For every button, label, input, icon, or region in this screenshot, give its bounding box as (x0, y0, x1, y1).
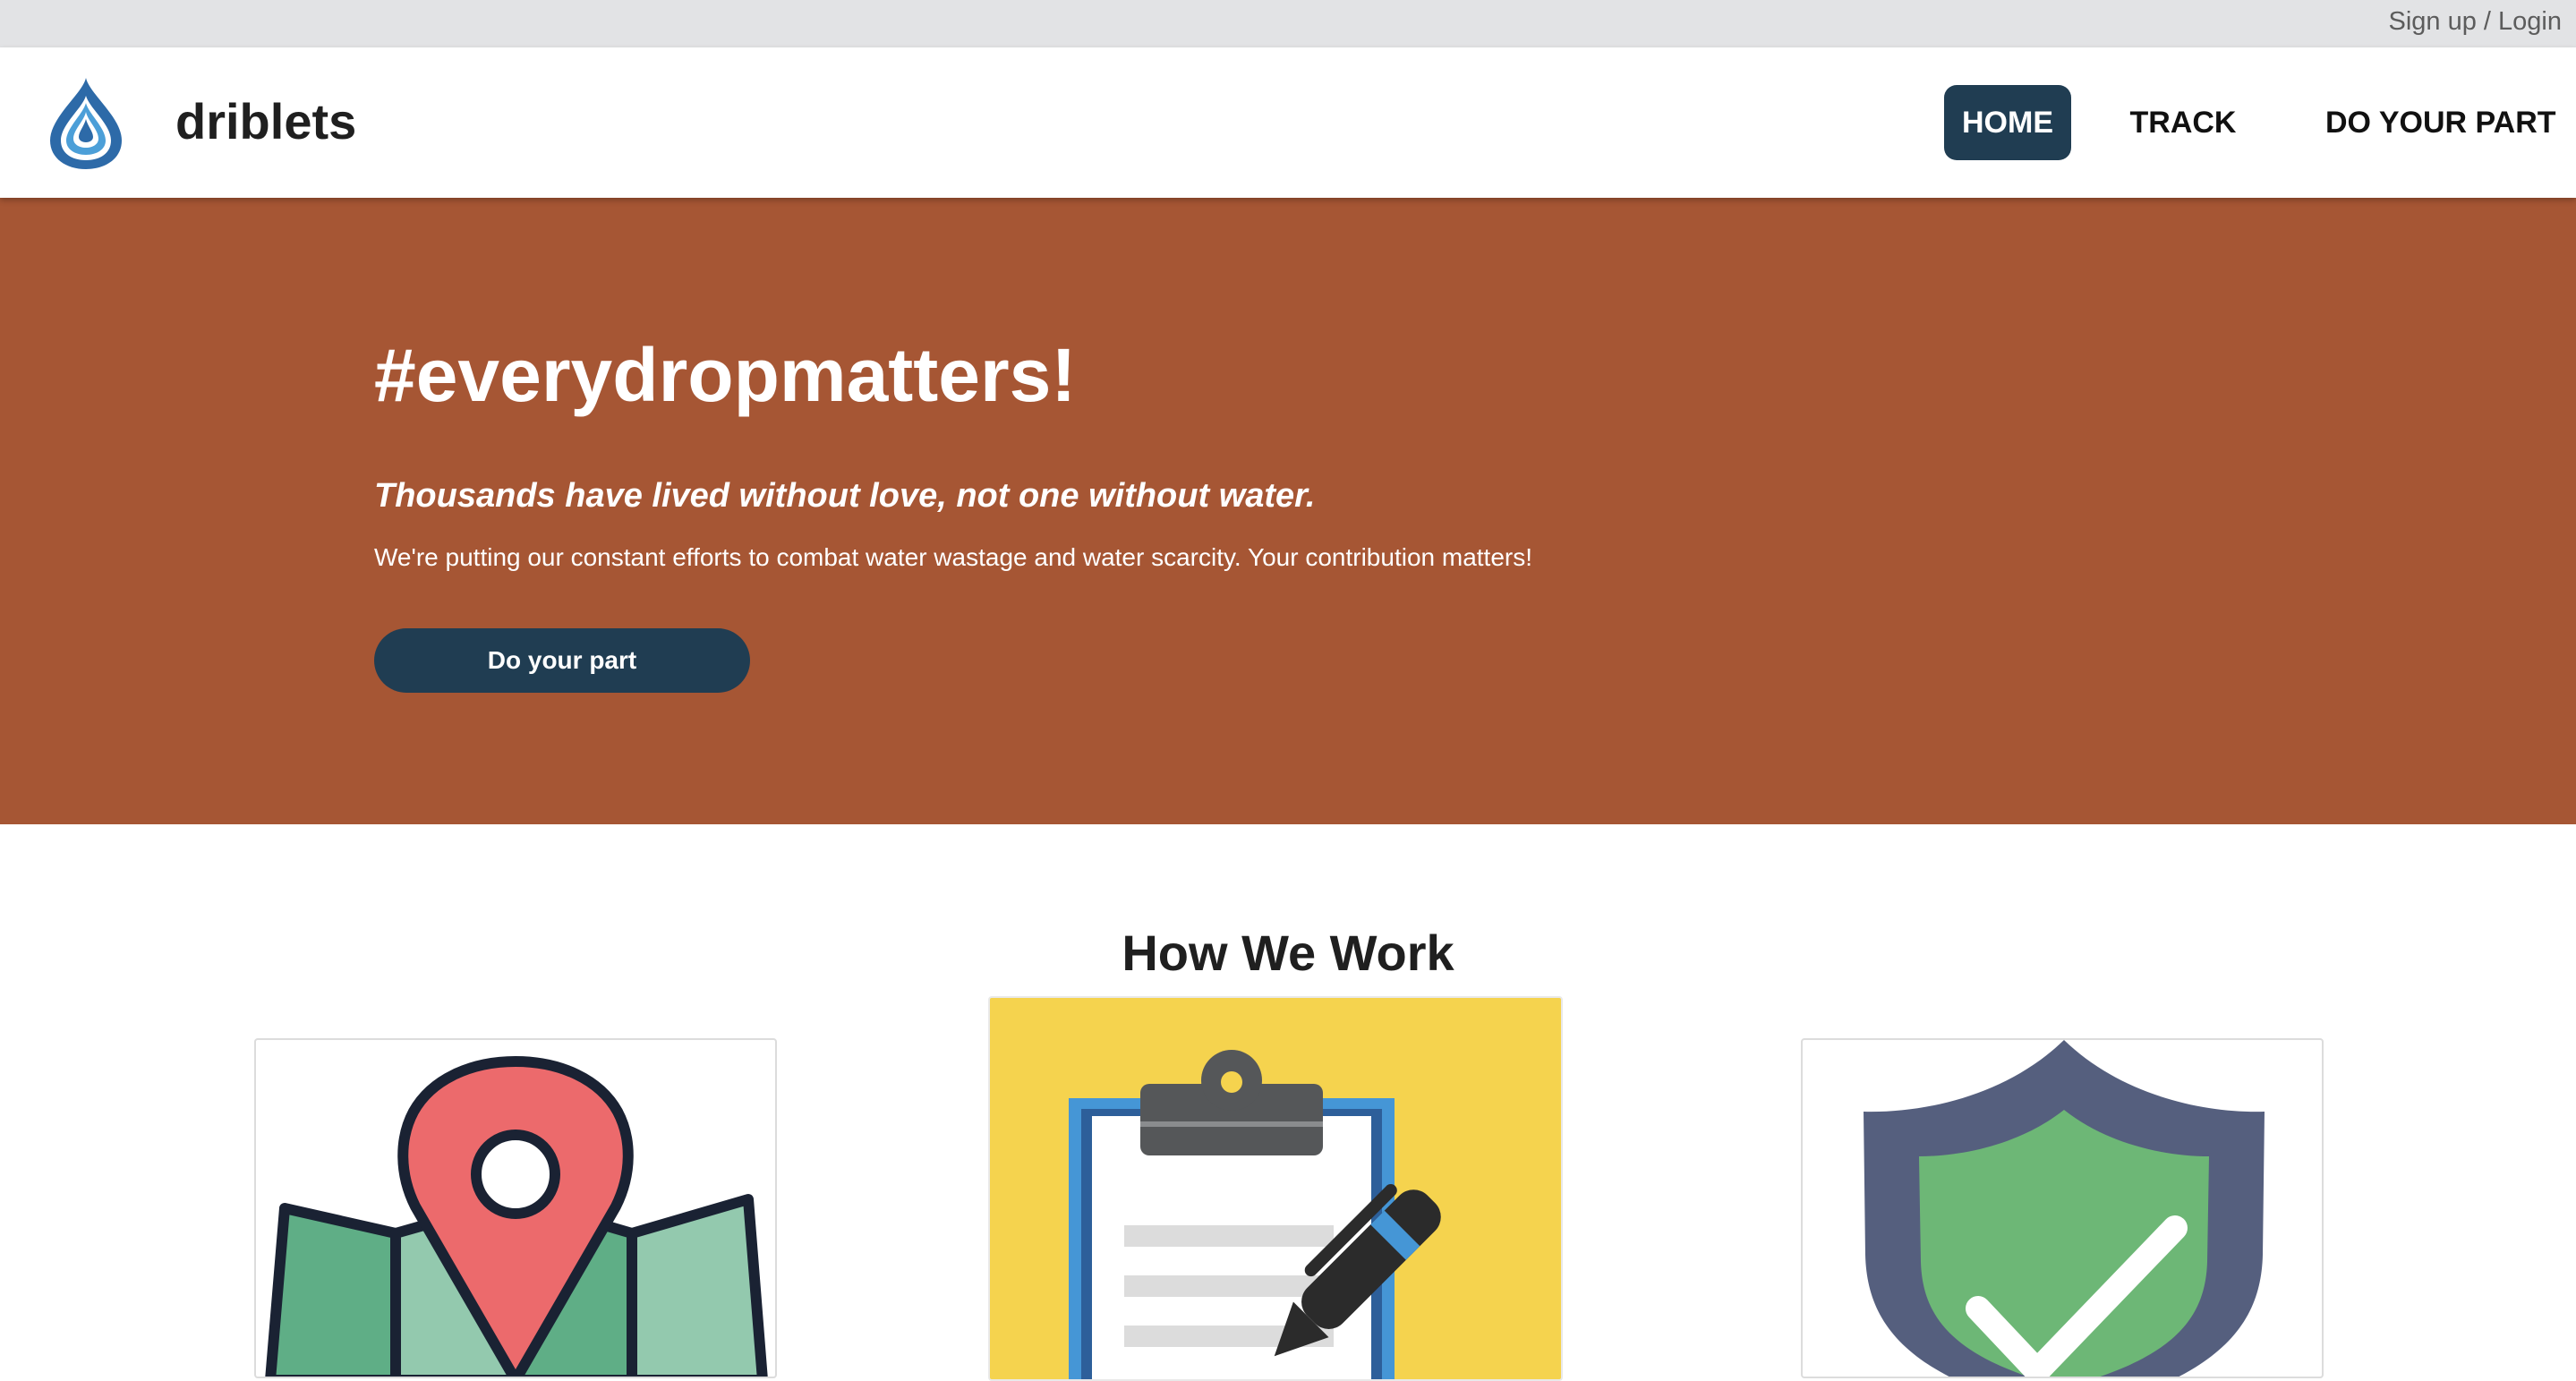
how-we-work-card-report[interactable] (988, 996, 1563, 1381)
site-header: driblets HOME TRACK DO YOUR PART (0, 47, 2576, 198)
nav-home[interactable]: HOME (1944, 85, 2071, 160)
brand-name[interactable]: driblets (175, 92, 356, 150)
nav-do-your-part[interactable]: DO YOUR PART (2325, 85, 2556, 160)
water-drop-icon[interactable] (47, 76, 125, 171)
how-we-work-card-verify[interactable] (1801, 1038, 2324, 1378)
shield-check-icon (1864, 1040, 2265, 1377)
nav-track[interactable]: TRACK (2125, 85, 2241, 160)
do-your-part-button[interactable]: Do your part (374, 628, 750, 693)
how-we-work-title: How We Work (1122, 925, 1454, 981)
hero-banner: #everydropmatters! Thousands have lived … (0, 198, 2576, 824)
hero-title: #everydropmatters! (374, 333, 1077, 417)
signup-login-link[interactable]: Sign up / Login (2389, 7, 2562, 37)
clipboard-icon (1069, 1050, 1441, 1379)
top-bar: Sign up / Login (0, 0, 2576, 47)
hero-description: We're putting our constant efforts to co… (374, 543, 1533, 571)
map-pin-icon (265, 1056, 768, 1377)
how-we-work-card-locate[interactable] (254, 1038, 777, 1378)
hero-quote: Thousands have lived without love, not o… (374, 477, 1316, 515)
